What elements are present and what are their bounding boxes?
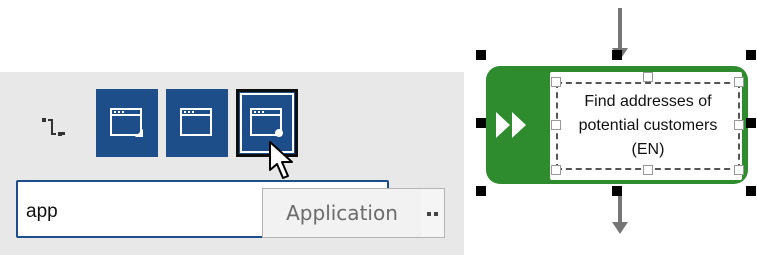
function-label-line: Find addresses of [584, 93, 712, 110]
dropdown-dot-icon [427, 212, 431, 216]
window-button[interactable] [166, 89, 228, 157]
selection-handle[interactable] [746, 50, 756, 60]
selection-handle[interactable] [746, 118, 756, 128]
function-label-line: potential customers [578, 117, 718, 134]
dropdown-toggle[interactable] [421, 188, 445, 238]
connector-icon[interactable] [40, 116, 66, 140]
search-input-value: app [26, 201, 58, 222]
function-run-icon [496, 112, 526, 138]
window-application-icon [110, 108, 143, 137]
text-frame-handle[interactable] [551, 77, 561, 87]
text-frame-handle[interactable] [551, 120, 561, 130]
window-application-button[interactable] [96, 89, 158, 157]
selection-handle[interactable] [476, 118, 486, 128]
text-frame-handle[interactable] [734, 165, 744, 175]
selection-handle[interactable] [476, 50, 486, 60]
text-frame-handle[interactable] [551, 165, 561, 175]
text-frame-handle[interactable] [734, 120, 744, 130]
mouse-cursor-icon [269, 141, 293, 179]
outgoing-arrowhead-icon [612, 222, 628, 234]
text-frame-handle[interactable] [734, 77, 744, 87]
selection-handle[interactable] [612, 50, 622, 60]
function-label: Find addresses of potential customers (E… [556, 90, 740, 162]
selection-handle[interactable] [612, 186, 622, 196]
function-label-line: (EN) [631, 141, 665, 158]
selection-handle[interactable] [746, 186, 756, 196]
window-icon [180, 108, 212, 136]
selection-handle[interactable] [476, 186, 486, 196]
autocomplete-suggestion[interactable]: Application [262, 188, 422, 238]
text-frame-handle[interactable] [643, 165, 653, 175]
text-frame-handle[interactable] [643, 72, 653, 82]
dropdown-dot-icon [434, 212, 438, 216]
window-record-icon [250, 108, 283, 137]
